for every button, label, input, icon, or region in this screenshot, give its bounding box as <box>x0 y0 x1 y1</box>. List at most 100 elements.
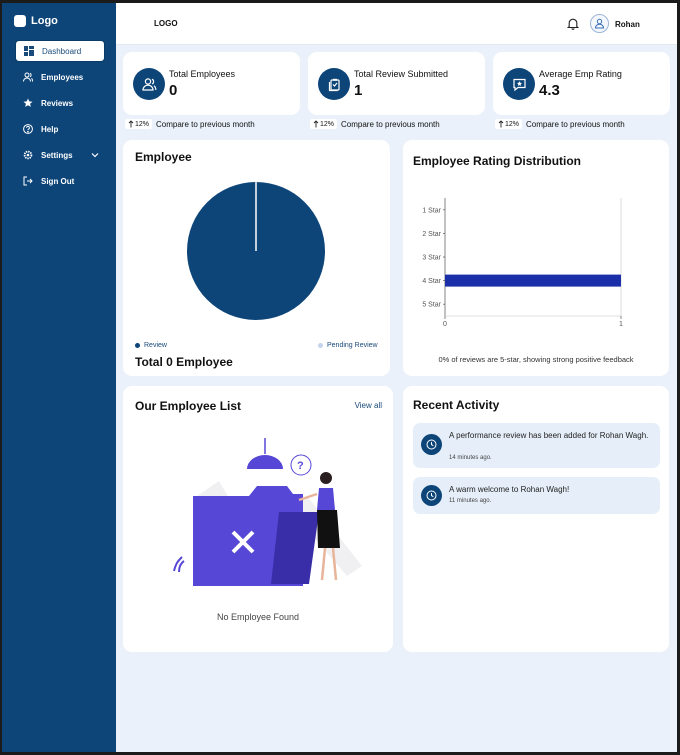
legend-pending: Pending Review <box>318 342 378 349</box>
clipboard-icon <box>328 78 340 91</box>
empty-state-text: No Employee Found <box>216 612 300 622</box>
stat-icon <box>318 68 350 100</box>
sidebar-item-help[interactable]: Help <box>15 118 105 140</box>
svg-text:?: ? <box>297 460 304 472</box>
trend-value: 12% <box>320 120 335 128</box>
trend-compare: Compare to previous month <box>341 119 440 129</box>
dashboard-icon <box>24 46 34 56</box>
stat-card-total-review: Total Review Submitted 1 <box>308 52 485 115</box>
legend-dot <box>135 343 140 348</box>
sidebar: Logo Dashboard Employees Reviews Help Se… <box>2 3 116 752</box>
activity-item[interactable]: A warm welcome to Rohan Wagh! 11 minutes… <box>413 477 660 514</box>
brand-text: Logo <box>31 15 58 27</box>
sidebar-item-sign-out[interactable]: Sign Out <box>15 170 105 192</box>
activity-text: A performance review has been added for … <box>449 431 649 440</box>
view-all-link[interactable]: View all <box>355 401 382 410</box>
activity-icon <box>421 485 442 506</box>
card-title: Recent Activity <box>413 398 500 412</box>
legend-dot <box>318 343 323 348</box>
activity-text: A warm welcome to Rohan Wagh! <box>449 485 570 494</box>
y-tick-label: 5 Star <box>422 302 441 309</box>
user-icon <box>594 18 605 29</box>
avatar[interactable] <box>590 14 609 33</box>
card-title: Employee <box>135 150 192 164</box>
sidebar-item-label: Settings <box>41 150 73 160</box>
stat-card-average-rating: Average Emp Rating 4.3 <box>493 52 670 115</box>
employee-list-card: Our Employee List View all ? No Employee… <box>123 386 393 652</box>
activity-time: 14 minutes ago. <box>449 455 492 461</box>
users-icon <box>23 72 33 82</box>
trend-compare: Compare to previous month <box>526 119 625 129</box>
rating-distribution-card: Employee Rating Distribution 1 Star 2 Sta… <box>403 140 669 376</box>
employee-total: Total 0 Employee <box>135 355 233 369</box>
employee-pie-chart <box>187 182 325 320</box>
trend-row: 12% Compare to previous month <box>125 119 255 129</box>
stat-value: 4.3 <box>539 82 560 99</box>
stat-card-total-employees: Total Employees 0 <box>123 52 300 115</box>
clock-icon <box>426 439 437 450</box>
sidebar-item-label: Dashboard <box>42 46 82 56</box>
arrow-up-icon <box>128 120 134 128</box>
users-icon <box>141 77 156 91</box>
user-name[interactable]: Rohan <box>615 20 640 29</box>
empty-folder-illustration: ? <box>173 438 362 586</box>
legend-review: Review <box>135 342 167 349</box>
y-tick-label: 2 Star <box>422 231 441 238</box>
bar-4-star <box>445 274 621 287</box>
x-tick-label: 0 <box>443 321 447 328</box>
top-header: LOGO Rohan <box>116 3 677 45</box>
legend-label: Review <box>144 342 167 349</box>
star-icon <box>23 98 33 107</box>
card-title: Employee Rating Distribution <box>413 154 582 168</box>
card-title: Our Employee List <box>135 399 242 413</box>
trend-value: 12% <box>505 120 520 128</box>
trend-compare: Compare to previous month <box>156 119 255 129</box>
help-icon <box>23 124 33 134</box>
activity-item[interactable]: A performance review has been added for … <box>413 423 660 468</box>
trend-value: 12% <box>135 120 150 128</box>
trend-badge: 12% <box>310 119 338 129</box>
bell-icon[interactable] <box>567 17 579 30</box>
stat-value: 0 <box>169 82 178 99</box>
rating-bar-chart: 1 Star 2 Star 3 Star 4 Star 5 Star 0 1 <box>422 198 623 328</box>
arrow-up-icon <box>313 120 319 128</box>
legend-label: Pending Review <box>327 342 378 349</box>
chart-caption: 0% of reviews are 5-star, showing strong… <box>438 355 634 364</box>
trend-row: 12% Compare to previous month <box>495 119 625 129</box>
sign-out-icon <box>23 176 33 186</box>
trend-badge: 12% <box>125 119 153 129</box>
clock-icon <box>426 490 437 501</box>
stat-label: Average Emp Rating <box>539 69 622 79</box>
sidebar-item-label: Help <box>41 124 59 134</box>
sidebar-item-label: Sign Out <box>41 176 75 186</box>
stat-value: 1 <box>354 82 363 99</box>
activity-time: 11 minutes ago. <box>449 498 492 504</box>
app-frame: Logo Dashboard Employees Reviews Help Se… <box>2 3 677 752</box>
sidebar-item-settings[interactable]: Settings <box>15 144 105 166</box>
sidebar-item-reviews[interactable]: Reviews <box>15 92 105 114</box>
y-tick-label: 4 Star <box>422 278 441 285</box>
y-tick-label: 1 Star <box>422 207 441 214</box>
stat-label: Total Review Submitted <box>354 69 449 79</box>
stat-label: Total Employees <box>169 69 236 79</box>
x-tick-label: 1 <box>619 321 623 328</box>
brand[interactable]: Logo <box>14 15 58 27</box>
header-logo: LOGO <box>154 19 178 28</box>
stat-icon <box>133 68 165 100</box>
sidebar-item-employees[interactable]: Employees <box>15 66 105 88</box>
trend-badge: 12% <box>495 119 523 129</box>
arrow-up-icon <box>498 120 504 128</box>
stat-icon <box>503 68 535 100</box>
rating-message-icon <box>512 78 526 91</box>
y-tick-label: 3 Star <box>422 255 441 262</box>
sidebar-item-label: Employees <box>41 72 84 82</box>
brand-logo-icon <box>14 15 26 27</box>
sidebar-item-dashboard[interactable]: Dashboard <box>15 40 105 62</box>
trend-row: 12% Compare to previous month <box>310 119 440 129</box>
sidebar-item-label: Reviews <box>41 98 74 108</box>
gear-icon <box>23 150 33 160</box>
employee-chart-card: Employee Review Pending Review Total 0 E… <box>123 140 390 376</box>
activity-icon <box>421 434 442 455</box>
recent-activity-card: Recent Activity A performance review has… <box>403 386 669 652</box>
chevron-down-icon[interactable] <box>91 151 99 159</box>
